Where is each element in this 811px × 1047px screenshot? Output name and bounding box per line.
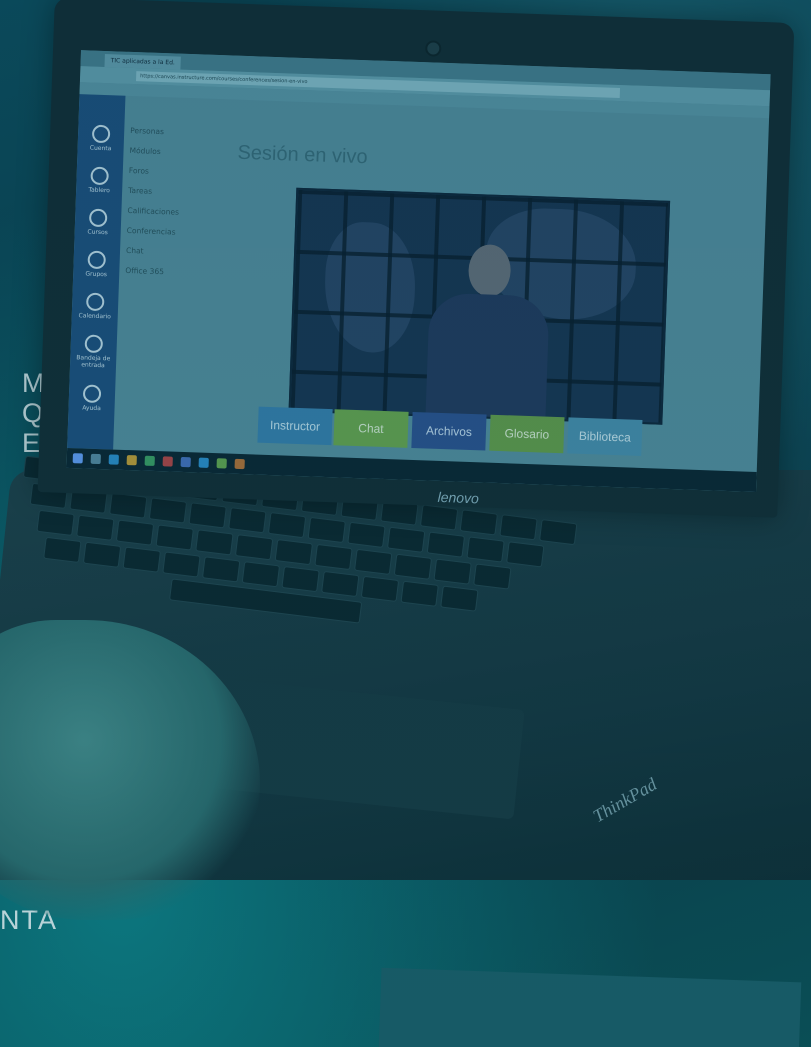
course-menu: Personas Módulos Foros Tareas Calificaci… — [125, 126, 182, 288]
nav-dashboard[interactable]: Tablero — [82, 166, 117, 194]
course-menu-item[interactable]: Módulos — [129, 146, 181, 168]
key — [155, 524, 194, 551]
key — [234, 534, 274, 561]
key — [506, 541, 545, 568]
key — [36, 509, 75, 536]
key — [459, 509, 499, 536]
app-icon[interactable] — [126, 455, 137, 466]
start-icon[interactable] — [72, 453, 83, 464]
key — [109, 492, 148, 519]
key — [386, 526, 426, 553]
key — [538, 519, 578, 546]
lenovo-logo: lenovo — [437, 488, 480, 507]
photo-scene: MITE QUE ES, NTA — [0, 0, 811, 1047]
key — [307, 516, 346, 544]
key — [162, 551, 201, 578]
app-icon[interactable] — [180, 456, 191, 468]
taskbar — [66, 447, 757, 493]
key — [314, 543, 353, 571]
key — [148, 497, 188, 524]
nav-help[interactable]: Ayuda — [74, 384, 109, 412]
presenter — [425, 243, 552, 425]
key — [76, 514, 115, 541]
key — [43, 536, 82, 563]
app-icon[interactable] — [234, 458, 245, 470]
key — [321, 570, 360, 598]
course-menu-item[interactable]: Chat — [126, 246, 178, 268]
nav-label: Tablero — [88, 186, 111, 195]
key — [347, 521, 386, 548]
nav-label: Bandeja de entrada — [76, 354, 111, 370]
app-icon[interactable] — [108, 454, 119, 465]
key — [281, 566, 320, 593]
search-icon[interactable] — [90, 453, 101, 465]
nav-account[interactable]: Cuenta — [84, 124, 119, 152]
key — [499, 514, 538, 541]
laptop-lid: TIC aplicadas a la Ed. https://canvas.in… — [37, 0, 795, 518]
user-icon — [91, 124, 111, 144]
inbox-icon — [84, 334, 104, 354]
key — [122, 546, 161, 573]
nav-courses[interactable]: Cursos — [81, 208, 116, 236]
book-icon — [88, 208, 108, 228]
files-button[interactable]: Archivos — [411, 411, 487, 451]
course-menu-item[interactable]: Calificaciones — [127, 206, 179, 228]
key — [195, 529, 234, 556]
key — [354, 548, 393, 575]
video-player[interactable] — [288, 187, 671, 425]
key — [188, 502, 227, 529]
nav-label: Ayuda — [82, 404, 101, 413]
app-icon[interactable] — [198, 457, 209, 468]
group-icon — [87, 250, 107, 270]
key — [115, 519, 155, 546]
nav-calendar[interactable]: Calendario — [78, 292, 113, 320]
laptop-screen: TIC aplicadas a la Ed. https://canvas.in… — [66, 50, 771, 493]
course-menu-item[interactable]: Conferencias — [126, 226, 178, 248]
nav-label: Cursos — [87, 228, 108, 237]
page-title: Sesión en vivo — [237, 141, 368, 169]
nav-groups[interactable]: Grupos — [79, 250, 114, 278]
instructor-button[interactable]: Instructor — [257, 406, 333, 446]
course-menu-item[interactable]: Tareas — [128, 186, 180, 208]
glossary-button[interactable]: Glosario — [489, 414, 565, 454]
key — [82, 541, 122, 568]
presenter-body — [425, 292, 550, 425]
nav-label: Calendario — [78, 312, 112, 321]
key — [426, 531, 466, 558]
key — [274, 538, 314, 566]
key — [419, 504, 459, 531]
calendar-icon — [85, 292, 105, 312]
key — [440, 585, 479, 612]
presenter-head — [467, 243, 512, 298]
app-icon[interactable] — [144, 455, 155, 467]
nav-label: Grupos — [85, 270, 108, 279]
key — [201, 556, 241, 583]
key — [393, 553, 433, 580]
key — [400, 580, 439, 607]
nav-inbox[interactable]: Bandeja de entrada — [76, 334, 111, 369]
key — [267, 511, 307, 539]
library-button[interactable]: Biblioteca — [567, 417, 643, 456]
key — [360, 575, 400, 602]
app-icon[interactable] — [162, 456, 173, 467]
course-menu-item[interactable]: Foros — [128, 166, 180, 188]
key — [433, 558, 472, 585]
global-nav: Cuenta Tablero Cursos Grupos Calendario — [67, 94, 126, 450]
course-menu-item[interactable]: Personas — [130, 126, 182, 148]
webcam-icon — [425, 40, 442, 57]
key — [241, 561, 281, 588]
course-menu-item[interactable]: Office 365 — [125, 266, 177, 288]
key — [228, 507, 267, 534]
app-icon[interactable] — [216, 458, 227, 469]
paper-sheet — [378, 967, 802, 1047]
key — [466, 536, 505, 563]
dashboard-icon — [90, 166, 109, 186]
help-icon — [82, 384, 102, 404]
key — [473, 563, 512, 590]
nav-label: Cuenta — [89, 144, 112, 153]
chat-button[interactable]: Chat — [333, 409, 409, 448]
